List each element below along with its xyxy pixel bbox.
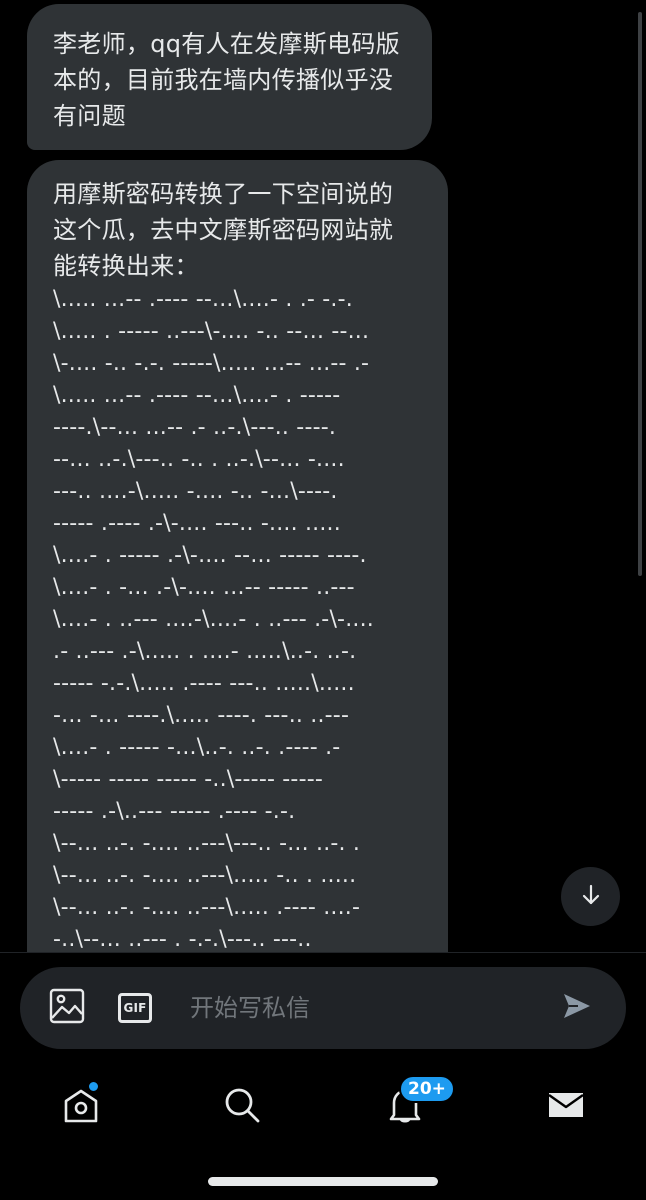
notifications-badge: 20+ [399, 1075, 455, 1103]
gif-icon: GIF [118, 993, 152, 1023]
mail-icon [547, 1086, 585, 1128]
message-line: 用摩斯密码转换了一下空间说的 [53, 180, 394, 208]
message-bubble-received[interactable]: 用摩斯密码转换了一下空间说的 这个瓜，去中文摩斯密码网站就 能转换出来： \..… [27, 160, 448, 952]
morse-line: .- ..--- .-\..... . ....- .....\..-. ..-… [53, 639, 357, 664]
message-line: 有问题 [53, 102, 126, 130]
message-line: 能转换出来： [53, 252, 199, 280]
morse-line: ----- .-\..--- ----- .---- -.-. [53, 799, 296, 824]
morse-line: -..\--... ..--- . -.-.\---.. ---.. [53, 927, 312, 952]
home-indicator[interactable] [208, 1177, 438, 1186]
tab-notifications[interactable]: 20+ [381, 1075, 455, 1131]
bottom-tab-bar: 20+ [0, 1071, 646, 1141]
morse-line: \--... ..-. -.... ..---\..... .---- ....… [53, 895, 361, 920]
tab-messages[interactable] [542, 1083, 590, 1131]
message-line: 李老师，qq有人在发摩斯电码版 [53, 30, 400, 58]
composer-area: GIF 开始写私信 20+ [0, 952, 646, 1200]
scroll-indicator[interactable] [638, 12, 642, 576]
search-icon [223, 1086, 261, 1128]
morse-line: ---.. ....-\..... -.... -.. -...\----. [53, 479, 338, 504]
morse-line: \....- . ----- .-\-.... --... ----- ----… [53, 543, 367, 568]
morse-line: \..... ...-- .---- --...\....- . .- -.-. [53, 287, 353, 312]
tab-home[interactable] [57, 1081, 105, 1131]
morse-line: ----- -.-.\..... .---- ---.. .....\..... [53, 671, 355, 696]
morse-line: \....- . -... .-\-.... ...-- ----- ..--- [53, 575, 355, 600]
arrow-down-icon [580, 884, 602, 910]
message-input[interactable] [190, 987, 530, 1029]
morse-line: \----- ----- ----- -..\----- ----- [53, 767, 323, 792]
add-gif-button[interactable]: GIF [116, 989, 154, 1027]
new-posts-dot [88, 1081, 99, 1092]
scroll-to-bottom-button[interactable] [561, 867, 620, 926]
conversation-view[interactable]: 李老师，qq有人在发摩斯电码版 本的，目前我在墙内传播似乎没 有问题 用摩斯密码… [0, 0, 646, 952]
morse-line: \..... ...-- .---- --...\....- . ----- [53, 383, 341, 408]
morse-line: \-.... -.. -.-. -----\..... ...-- ...-- … [53, 351, 370, 376]
morse-line: \--... ..-. -.... ..---\---.. -... ..-. … [53, 831, 361, 856]
send-icon [562, 991, 592, 1025]
morse-line: ----.\--... ...-- .- ..-.\---.. ----. [53, 415, 337, 440]
add-image-button[interactable] [48, 988, 86, 1028]
message-composer: GIF [20, 967, 626, 1049]
morse-line: ----- .---- .-\-.... ---.. -.... ..... [53, 511, 341, 536]
morse-line: -... -... ----.\..... ----. ---.. ..--- [53, 703, 350, 728]
morse-line: \..... . ----- ..---\-.... -.. --... --.… [53, 319, 370, 344]
morse-line: \--... ..-. -.... ..---\..... -.. . ....… [53, 863, 357, 888]
morse-line: \....- . ----- -...\..-. ..-. .---- .- [53, 735, 341, 760]
morse-line: \....- . ..--- ....-\....- . ..--- .-\-.… [53, 607, 374, 632]
message-bubble-received[interactable]: 李老师，qq有人在发摩斯电码版 本的，目前我在墙内传播似乎没 有问题 [27, 4, 432, 150]
tab-search[interactable] [218, 1083, 266, 1131]
message-line: 本的，目前我在墙内传播似乎没 [53, 66, 394, 94]
image-icon [49, 988, 85, 1028]
send-button[interactable] [558, 989, 596, 1027]
morse-line: --... ..-.\---.. -.. . ..-.\--... -.... [53, 447, 345, 472]
message-line: 这个瓜，去中文摩斯密码网站就 [53, 216, 394, 244]
